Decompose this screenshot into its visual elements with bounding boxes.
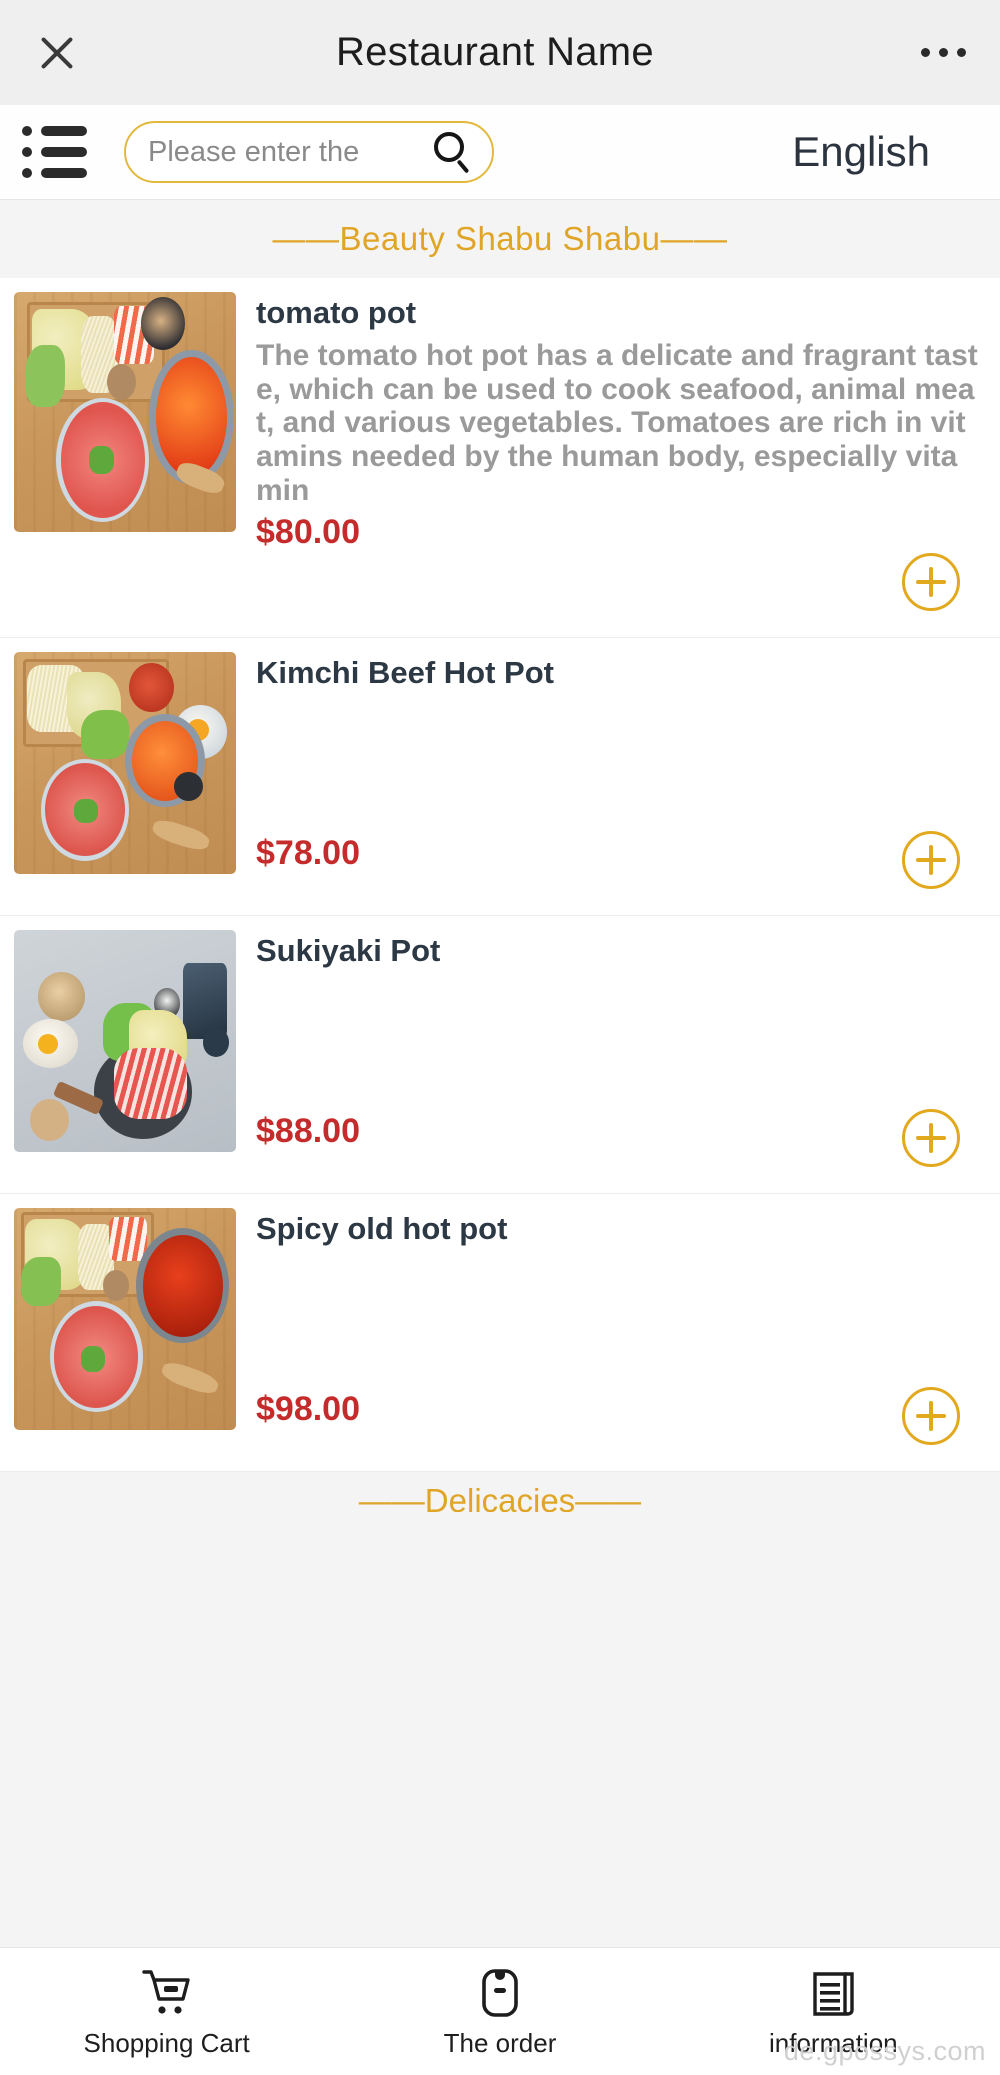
nav-label: Shopping Cart	[83, 2027, 250, 2058]
food-photo-spicy-old-hot-pot	[14, 1208, 236, 1430]
item-details: Sukiyaki Pot $88.00	[236, 930, 982, 1179]
add-to-cart-button[interactable]	[902, 1387, 960, 1445]
search-icon[interactable]	[430, 129, 476, 175]
nav-label: The order	[443, 2027, 557, 2058]
dot-1	[920, 48, 930, 57]
add-to-cart-button[interactable]	[902, 553, 960, 611]
title-bar: Restaurant Name	[0, 0, 1000, 105]
food-photo-sukiyaki-pot	[14, 930, 236, 1152]
close-icon[interactable]	[34, 30, 80, 76]
item-name: Spicy old hot pot	[256, 1211, 508, 1246]
search-input[interactable]	[148, 135, 430, 169]
order-receipt-icon	[478, 1965, 522, 2021]
search-toolbar: English	[0, 105, 1000, 200]
item-thumbnail[interactable]	[14, 292, 236, 532]
menu-item-row[interactable]: Sukiyaki Pot $88.00	[0, 916, 1000, 1194]
next-section-title: ——Delicacies——	[358, 1482, 642, 1512]
item-thumbnail[interactable]	[14, 930, 236, 1152]
dot-3	[956, 48, 966, 57]
more-options-icon[interactable]	[910, 30, 966, 76]
information-document-icon	[808, 1965, 858, 2021]
menu-list[interactable]: tomato pot The tomato hot pot has a deli…	[0, 278, 1000, 1947]
item-price: $88.00	[256, 1112, 360, 1150]
language-selector[interactable]: English	[792, 128, 978, 176]
nav-label: information	[769, 2027, 898, 2058]
item-details: Spicy old hot pot $98.00	[236, 1208, 982, 1457]
item-price: $80.00	[256, 513, 360, 552]
bottom-navigation: Shopping Cart The order information	[0, 1947, 1000, 2075]
list-dot	[22, 147, 32, 157]
page-title: Restaurant Name	[336, 30, 654, 74]
food-photo-kimchi-beef-hot-pot	[14, 652, 236, 874]
item-name: Kimchi Beef Hot Pot	[256, 655, 554, 690]
shopping-cart-icon	[140, 1965, 194, 2021]
item-thumbnail[interactable]	[14, 652, 236, 874]
menu-item-row[interactable]: Spicy old hot pot $98.00	[0, 1194, 1000, 1472]
list-bar	[41, 126, 87, 136]
category-list-icon[interactable]	[18, 121, 94, 183]
item-name: Sukiyaki Pot	[256, 933, 441, 968]
food-photo-tomato-pot	[14, 292, 236, 532]
search-lens	[434, 132, 464, 162]
section-title: ——Beauty Shabu Shabu——	[272, 220, 728, 257]
list-bar	[41, 147, 87, 157]
item-name: tomato pot	[256, 295, 417, 330]
list-row-2	[22, 147, 94, 157]
nav-item-the-order[interactable]: The order	[333, 1965, 666, 2059]
item-thumbnail[interactable]	[14, 1208, 236, 1430]
add-to-cart-button[interactable]	[902, 1109, 960, 1167]
list-row-3	[22, 168, 94, 178]
add-to-cart-button[interactable]	[902, 831, 960, 889]
item-description: The tomato hot pot has a delicate and fr…	[256, 339, 978, 507]
item-details: tomato pot The tomato hot pot has a deli…	[236, 292, 982, 623]
nav-item-information[interactable]: information	[667, 1965, 1000, 2059]
menu-item-row[interactable]: tomato pot The tomato hot pot has a deli…	[0, 278, 1000, 638]
next-section-header: ——Delicacies——	[0, 1472, 1000, 1512]
search-box[interactable]	[124, 121, 494, 183]
dot-2	[938, 48, 948, 57]
section-header: ——Beauty Shabu Shabu——	[0, 200, 1000, 278]
list-bar	[41, 168, 87, 178]
list-row-1	[22, 126, 94, 136]
list-dot	[22, 126, 32, 136]
nav-item-shopping-cart[interactable]: Shopping Cart	[0, 1965, 333, 2059]
item-details: Kimchi Beef Hot Pot $78.00	[236, 652, 982, 901]
list-dot	[22, 168, 32, 178]
item-price: $78.00	[256, 834, 360, 872]
item-price: $98.00	[256, 1390, 360, 1428]
app-root: Restaurant Name Please enter the English…	[0, 0, 1000, 2075]
search-handle	[456, 159, 470, 174]
menu-item-row[interactable]: Kimchi Beef Hot Pot $78.00	[0, 638, 1000, 916]
